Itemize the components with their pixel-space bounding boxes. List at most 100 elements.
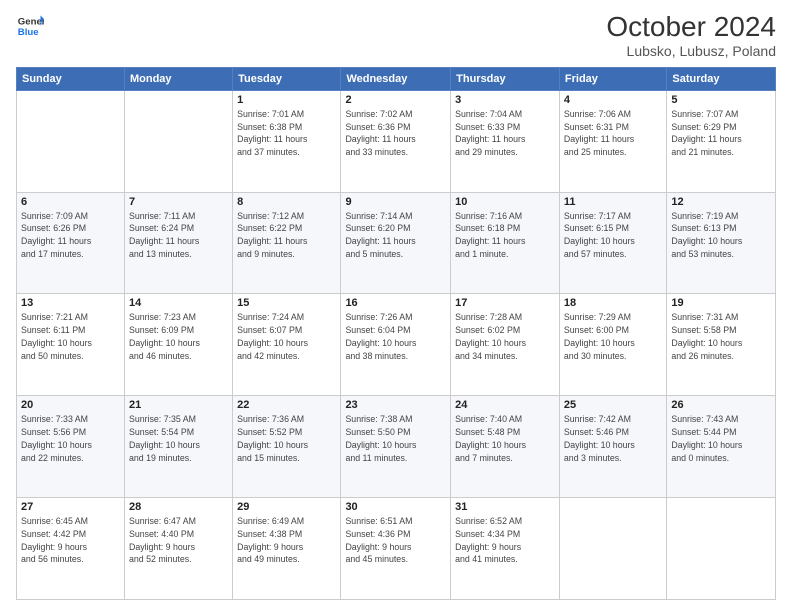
calendar-cell: 16Sunrise: 7:26 AM Sunset: 6:04 PM Dayli… [341,294,451,396]
day-number: 5 [671,94,771,106]
calendar-cell: 8 Sunrise: 7:12 AM Sunset: 6:22 PM Daylig… [233,192,341,294]
calendar-cell: 1 Sunrise: 7:01 AM Sunset: 6:38 PM Daylig… [233,90,341,192]
calendar-subtitle: Lubsko, Lubusz, Poland [606,43,776,59]
day-detail: Sunrise: 7:14 AM Sunset: 6:20 PM Dayligh… [345,210,446,261]
day-number: 24 [455,399,555,411]
day-detail: Sunrise: 6:49 AM Sunset: 4:38 PM Dayligh… [237,515,336,566]
title-block: October 2024 Lubsko, Lubusz, Poland [606,12,776,59]
day-number: 20 [21,399,120,411]
day-detail: Sunrise: 7:36 AM Sunset: 5:52 PM Dayligh… [237,413,336,464]
day-detail: Sunrise: 7:04 AM Sunset: 6:33 PM Dayligh… [455,108,555,159]
day-number: 10 [455,196,555,208]
day-number: 12 [671,196,771,208]
day-detail: Sunrise: 6:52 AM Sunset: 4:34 PM Dayligh… [455,515,555,566]
day-detail: Sunrise: 7:38 AM Sunset: 5:50 PM Dayligh… [345,413,446,464]
calendar-cell: 23 Sunrise: 7:38 AM Sunset: 5:50 PM Dayli… [341,396,451,498]
calendar-cell: 5 Sunrise: 7:07 AM Sunset: 6:29 PM Daylig… [667,90,776,192]
calendar-cell: 22Sunrise: 7:36 AM Sunset: 5:52 PM Dayli… [233,396,341,498]
calendar-cell: 27Sunrise: 6:45 AM Sunset: 4:42 PM Dayli… [17,498,125,600]
calendar-cell [667,498,776,600]
col-wednesday: Wednesday [341,67,451,90]
calendar-cell: 25 Sunrise: 7:42 AM Sunset: 5:46 PM Dayli… [559,396,666,498]
calendar-week-row: 27Sunrise: 6:45 AM Sunset: 4:42 PM Dayli… [17,498,776,600]
calendar-week-row: 1 Sunrise: 7:01 AM Sunset: 6:38 PM Daylig… [17,90,776,192]
day-number: 29 [237,501,336,513]
day-number: 23 [345,399,446,411]
day-detail: Sunrise: 7:16 AM Sunset: 6:18 PM Dayligh… [455,210,555,261]
calendar-cell: 4 Sunrise: 7:06 AM Sunset: 6:31 PM Daylig… [559,90,666,192]
header: General Blue October 2024 Lubsko, Lubusz… [16,12,776,59]
calendar-week-row: 20 Sunrise: 7:33 AM Sunset: 5:56 PM Dayli… [17,396,776,498]
calendar-cell: 2Sunrise: 7:02 AM Sunset: 6:36 PM Daylig… [341,90,451,192]
calendar-header-row: Sunday Monday Tuesday Wednesday Thursday… [17,67,776,90]
day-number: 7 [129,196,228,208]
col-sunday: Sunday [17,67,125,90]
calendar-cell: 18Sunrise: 7:29 AM Sunset: 6:00 PM Dayli… [559,294,666,396]
day-detail: Sunrise: 7:06 AM Sunset: 6:31 PM Dayligh… [564,108,662,159]
day-detail: Sunrise: 7:17 AM Sunset: 6:15 PM Dayligh… [564,210,662,261]
calendar-cell: 26 Sunrise: 7:43 AM Sunset: 5:44 PM Dayli… [667,396,776,498]
calendar-table: Sunday Monday Tuesday Wednesday Thursday… [16,67,776,600]
day-detail: Sunrise: 7:43 AM Sunset: 5:44 PM Dayligh… [671,413,771,464]
day-number: 11 [564,196,662,208]
calendar-cell: 13Sunrise: 7:21 AM Sunset: 6:11 PM Dayli… [17,294,125,396]
calendar-week-row: 13Sunrise: 7:21 AM Sunset: 6:11 PM Dayli… [17,294,776,396]
day-number: 18 [564,297,662,309]
day-number: 13 [21,297,120,309]
calendar-cell: 3 Sunrise: 7:04 AM Sunset: 6:33 PM Daylig… [451,90,560,192]
calendar-cell: 15 Sunrise: 7:24 AM Sunset: 6:07 PM Dayli… [233,294,341,396]
day-detail: Sunrise: 7:23 AM Sunset: 6:09 PM Dayligh… [129,311,228,362]
day-number: 28 [129,501,228,513]
day-number: 1 [237,94,336,106]
day-detail: Sunrise: 6:45 AM Sunset: 4:42 PM Dayligh… [21,515,120,566]
day-detail: Sunrise: 7:35 AM Sunset: 5:54 PM Dayligh… [129,413,228,464]
calendar-cell: 6 Sunrise: 7:09 AM Sunset: 6:26 PM Daylig… [17,192,125,294]
day-number: 2 [345,94,446,106]
col-friday: Friday [559,67,666,90]
day-detail: Sunrise: 7:07 AM Sunset: 6:29 PM Dayligh… [671,108,771,159]
col-thursday: Thursday [451,67,560,90]
calendar-cell [124,90,232,192]
calendar-week-row: 6 Sunrise: 7:09 AM Sunset: 6:26 PM Daylig… [17,192,776,294]
day-detail: Sunrise: 7:09 AM Sunset: 6:26 PM Dayligh… [21,210,120,261]
day-detail: Sunrise: 7:40 AM Sunset: 5:48 PM Dayligh… [455,413,555,464]
day-number: 26 [671,399,771,411]
calendar-cell: 21Sunrise: 7:35 AM Sunset: 5:54 PM Dayli… [124,396,232,498]
day-number: 17 [455,297,555,309]
calendar-cell: 9 Sunrise: 7:14 AM Sunset: 6:20 PM Daylig… [341,192,451,294]
day-detail: Sunrise: 6:51 AM Sunset: 4:36 PM Dayligh… [345,515,446,566]
calendar-cell: 12Sunrise: 7:19 AM Sunset: 6:13 PM Dayli… [667,192,776,294]
day-detail: Sunrise: 7:28 AM Sunset: 6:02 PM Dayligh… [455,311,555,362]
day-number: 15 [237,297,336,309]
day-detail: Sunrise: 7:11 AM Sunset: 6:24 PM Dayligh… [129,210,228,261]
day-number: 9 [345,196,446,208]
day-detail: Sunrise: 7:12 AM Sunset: 6:22 PM Dayligh… [237,210,336,261]
day-number: 25 [564,399,662,411]
calendar-cell: 31 Sunrise: 6:52 AM Sunset: 4:34 PM Dayli… [451,498,560,600]
calendar-cell: 20 Sunrise: 7:33 AM Sunset: 5:56 PM Dayli… [17,396,125,498]
svg-text:Blue: Blue [18,27,39,38]
calendar-cell: 19Sunrise: 7:31 AM Sunset: 5:58 PM Dayli… [667,294,776,396]
day-number: 3 [455,94,555,106]
day-detail: Sunrise: 7:01 AM Sunset: 6:38 PM Dayligh… [237,108,336,159]
col-tuesday: Tuesday [233,67,341,90]
day-detail: Sunrise: 7:42 AM Sunset: 5:46 PM Dayligh… [564,413,662,464]
calendar-title: October 2024 [606,12,776,43]
day-number: 8 [237,196,336,208]
calendar-cell: 11 Sunrise: 7:17 AM Sunset: 6:15 PM Dayli… [559,192,666,294]
day-detail: Sunrise: 7:31 AM Sunset: 5:58 PM Dayligh… [671,311,771,362]
col-saturday: Saturday [667,67,776,90]
calendar-cell: 17 Sunrise: 7:28 AM Sunset: 6:02 PM Dayli… [451,294,560,396]
day-detail: Sunrise: 7:26 AM Sunset: 6:04 PM Dayligh… [345,311,446,362]
calendar-cell: 29 Sunrise: 6:49 AM Sunset: 4:38 PM Dayli… [233,498,341,600]
day-number: 6 [21,196,120,208]
day-detail: Sunrise: 7:24 AM Sunset: 6:07 PM Dayligh… [237,311,336,362]
calendar-cell: 10 Sunrise: 7:16 AM Sunset: 6:18 PM Dayli… [451,192,560,294]
calendar-cell: 7 Sunrise: 7:11 AM Sunset: 6:24 PM Daylig… [124,192,232,294]
day-number: 4 [564,94,662,106]
logo: General Blue [16,12,44,40]
calendar-cell [17,90,125,192]
day-number: 31 [455,501,555,513]
day-detail: Sunrise: 7:33 AM Sunset: 5:56 PM Dayligh… [21,413,120,464]
calendar-cell: 24 Sunrise: 7:40 AM Sunset: 5:48 PM Dayli… [451,396,560,498]
